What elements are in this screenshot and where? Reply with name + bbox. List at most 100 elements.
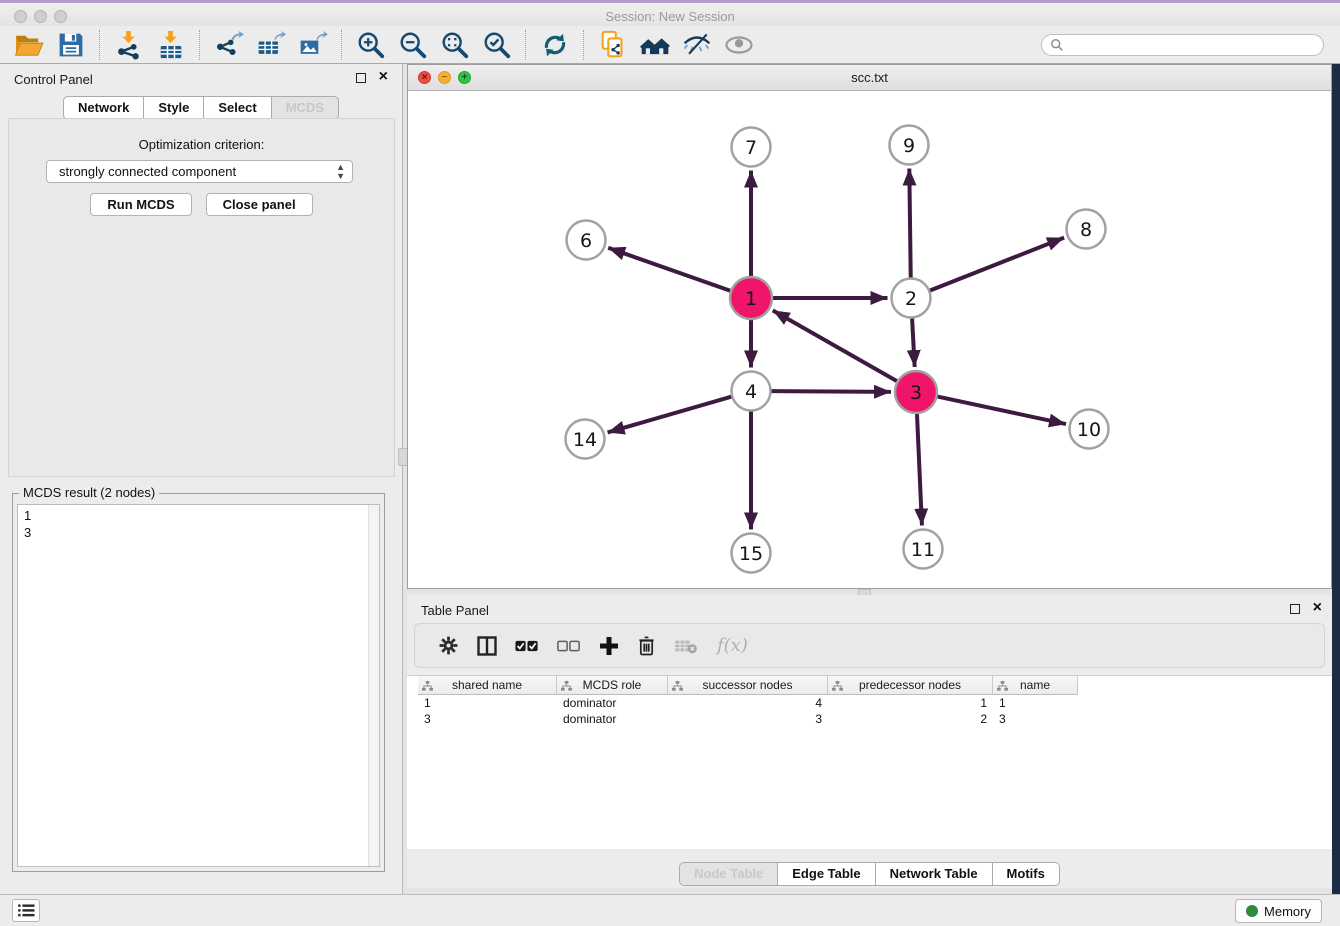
column-type-icon	[997, 680, 1008, 692]
hide-eye-icon[interactable]	[682, 30, 712, 60]
table-cell[interactable]: 2	[828, 711, 993, 727]
network-file-icon[interactable]	[598, 30, 628, 60]
control-panel-tabs: Network Style Select MCDS	[0, 96, 402, 120]
close-panel-icon[interactable]: ×	[379, 68, 388, 86]
import-network-from-file-icon[interactable]	[114, 30, 144, 60]
table-cell[interactable]: dominator	[557, 711, 668, 727]
graph-node-label-1: 1	[745, 288, 757, 310]
zoom-selected-icon[interactable]	[482, 30, 512, 60]
destroy-table-icon[interactable]	[674, 637, 698, 655]
column-header-label: MCDS role	[583, 678, 642, 692]
search-input[interactable]	[1064, 35, 1323, 55]
column-header-label: name	[1020, 678, 1050, 692]
status-bar: Memory	[0, 894, 1340, 926]
task-history-button[interactable]	[12, 899, 40, 922]
column-header-successor-nodes[interactable]: successor nodes	[668, 676, 828, 695]
table-settings-gear-icon[interactable]	[438, 635, 459, 656]
tab-network[interactable]: Network	[63, 96, 144, 120]
export-network-icon[interactable]	[214, 30, 244, 60]
run-mcds-button[interactable]: Run MCDS	[90, 193, 191, 216]
add-column-plus-icon[interactable]	[599, 636, 619, 656]
selected-option: strongly connected component	[59, 164, 236, 179]
tab-edge-table[interactable]: Edge Table	[778, 862, 875, 886]
column-header-label: shared name	[452, 678, 522, 692]
search-field[interactable]	[1041, 34, 1324, 56]
network-window-titlebar[interactable]: × − + scc.txt	[408, 65, 1331, 91]
node-table: shared name MCDS role successor nodes prede…	[407, 675, 1332, 849]
close-panel-button[interactable]: Close panel	[206, 193, 313, 216]
tab-motifs[interactable]: Motifs	[993, 862, 1060, 886]
float-panel-icon[interactable]	[1290, 604, 1300, 614]
save-session-icon[interactable]	[56, 30, 86, 60]
graph-node-label-8: 8	[1080, 219, 1092, 241]
main-toolbar	[0, 26, 1340, 64]
search-icon	[1050, 38, 1064, 52]
network-view-window: × − + scc.txt 7968124314101511	[407, 64, 1332, 589]
tab-node-table[interactable]: Node Table	[679, 862, 778, 886]
float-panel-icon[interactable]	[356, 73, 366, 83]
zoom-fit-content-icon[interactable]	[440, 30, 470, 60]
memory-button[interactable]: Memory	[1235, 899, 1322, 923]
delete-column-trash-icon[interactable]	[637, 635, 656, 656]
network-graph[interactable]: 7968124314101511	[408, 91, 1331, 588]
export-table-icon[interactable]	[256, 30, 286, 60]
network-canvas[interactable]: 7968124314101511	[408, 91, 1331, 588]
result-scrollbar[interactable]	[368, 505, 379, 866]
tab-select[interactable]: Select	[204, 96, 271, 120]
refresh-layout-icon[interactable]	[540, 30, 570, 60]
table-cell[interactable]: 3	[668, 711, 828, 727]
graph-node-label-6: 6	[580, 230, 592, 252]
mcds-result-group: MCDS result (2 nodes) 1 3	[12, 493, 385, 872]
column-layout-icon[interactable]	[477, 636, 497, 656]
graph-edge-1-6[interactable]	[608, 248, 730, 291]
column-header-name[interactable]: name	[993, 676, 1078, 695]
show-eye-icon[interactable]	[724, 30, 754, 60]
column-header-label: successor nodes	[702, 678, 792, 692]
graph-edge-3-10[interactable]	[938, 397, 1067, 424]
import-table-from-file-icon[interactable]	[156, 30, 186, 60]
column-type-icon	[422, 680, 433, 692]
table-cell[interactable]: 1	[993, 695, 1078, 711]
memory-status-dot	[1246, 905, 1258, 917]
table-column-headers: shared name MCDS role successor nodes prede…	[418, 676, 1078, 695]
graph-edge-4-14[interactable]	[608, 397, 732, 433]
table-type-tabs: Node Table Edge Table Network Table Moti…	[407, 862, 1332, 886]
table-cell[interactable]: 3	[418, 711, 557, 727]
tab-network-table[interactable]: Network Table	[876, 862, 993, 886]
graph-edge-2-9[interactable]	[909, 168, 910, 277]
graph-edge-3-1[interactable]	[773, 310, 897, 381]
select-all-checkboxes-icon[interactable]	[515, 639, 539, 653]
graph-edge-4-3[interactable]	[771, 391, 891, 392]
tab-mcds[interactable]: MCDS	[272, 96, 339, 120]
mcds-result-textarea[interactable]: 1 3	[17, 504, 380, 867]
apply-function-icon[interactable]: f(x)	[717, 635, 748, 656]
graph-edge-2-3[interactable]	[912, 318, 915, 367]
graph-node-label-11: 11	[911, 539, 935, 561]
table-cell[interactable]: 4	[668, 695, 828, 711]
column-header-MCDS-role[interactable]: MCDS role	[557, 676, 668, 695]
table-cell[interactable]: 3	[993, 711, 1078, 727]
table-row[interactable]: 1dominator411	[418, 695, 1078, 711]
table-panel-header: Table Panel ×	[407, 595, 1332, 625]
graph-node-label-15: 15	[739, 543, 763, 565]
column-header-shared-name[interactable]: shared name	[418, 676, 557, 695]
table-row[interactable]: 3dominator323	[418, 711, 1078, 727]
optimization-criterion-select[interactable]: strongly connected component ▲▼	[46, 160, 353, 183]
open-file-icon[interactable]	[14, 30, 44, 60]
column-header-predecessor-nodes[interactable]: predecessor nodes	[828, 676, 993, 695]
toolbar-separator	[525, 30, 527, 60]
table-cell[interactable]: dominator	[557, 695, 668, 711]
home-overview-icon[interactable]	[640, 30, 670, 60]
tab-style[interactable]: Style	[144, 96, 204, 120]
export-image-icon[interactable]	[298, 30, 328, 60]
graph-edge-2-8[interactable]	[930, 238, 1064, 291]
table-cell[interactable]: 1	[828, 695, 993, 711]
deselect-all-checkboxes-icon[interactable]	[557, 639, 581, 653]
zoom-out-icon[interactable]	[398, 30, 428, 60]
graph-node-label-4: 4	[745, 381, 757, 403]
table-cell[interactable]: 1	[418, 695, 557, 711]
close-panel-icon[interactable]: ×	[1313, 599, 1322, 617]
mcds-result-title: MCDS result (2 nodes)	[19, 485, 159, 500]
graph-edge-3-11[interactable]	[917, 414, 922, 526]
zoom-in-icon[interactable]	[356, 30, 386, 60]
